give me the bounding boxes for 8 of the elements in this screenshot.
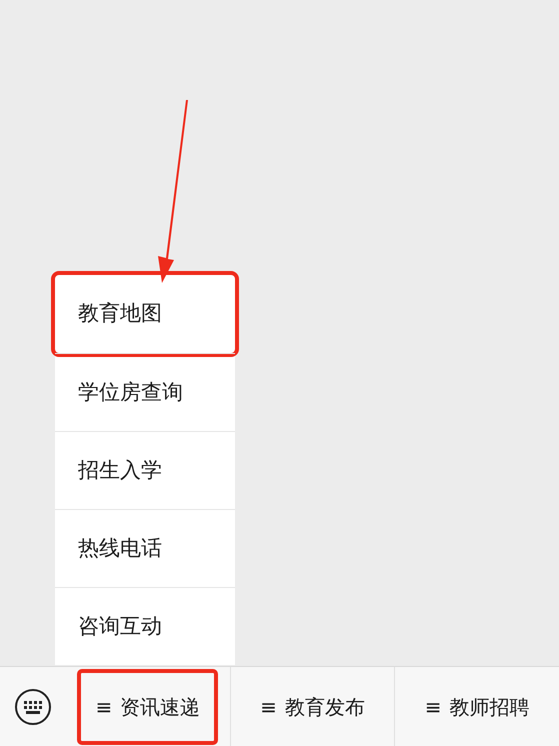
submenu-item[interactable]: 热线电话 xyxy=(55,509,235,587)
keyboard-icon[interactable] xyxy=(14,688,52,726)
menu-button[interactable]: ≡ 教师招聘 xyxy=(410,668,544,744)
submenu-item[interactable]: 招生入学 xyxy=(55,431,235,509)
menu-button[interactable]: ≡ 资讯速递 xyxy=(77,668,218,744)
submenu-item[interactable]: 咨询互动 xyxy=(55,587,235,665)
menu-button[interactable]: ≡ 教育发布 xyxy=(246,668,379,744)
submenu-item[interactable]: 学位房查询 xyxy=(55,353,235,431)
